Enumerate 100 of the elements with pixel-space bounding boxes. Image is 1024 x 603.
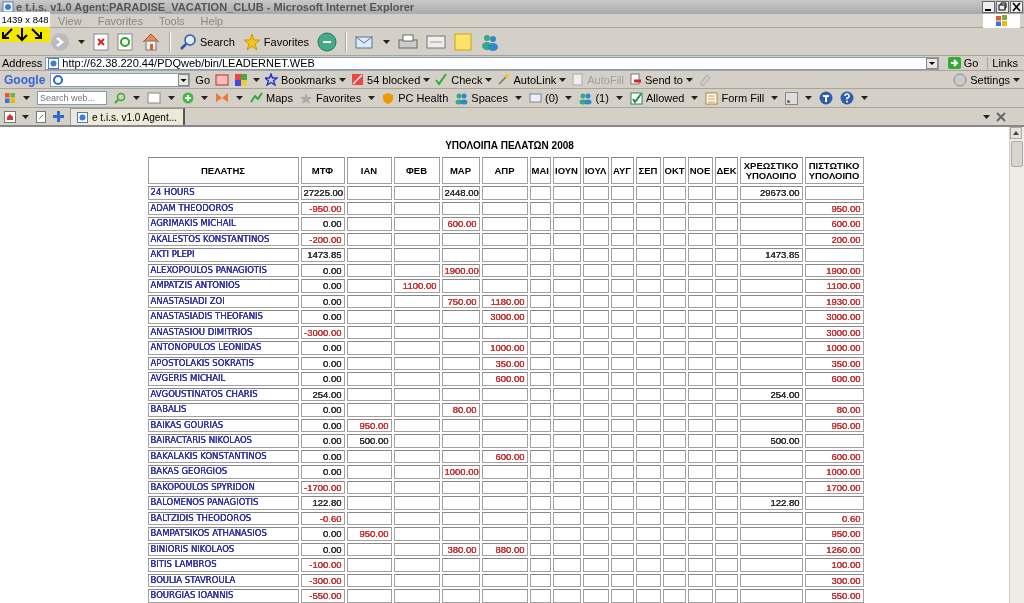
dropdown-caret-icon[interactable]: [78, 39, 85, 44]
customer-link[interactable]: AMPATZIS ANTONIOS: [147, 279, 299, 293]
customer-link[interactable]: ANASTASIADIS THEOFANIS: [147, 310, 299, 324]
customer-link[interactable]: ALEXOPOULOS PANAGIOTIS: [147, 263, 299, 277]
customer-link[interactable]: BOULIA STAVROULA: [147, 573, 299, 587]
search-field[interactable]: Search web...: [37, 91, 107, 105]
search-field[interactable]: [50, 72, 191, 87]
go-button[interactable]: Go: [963, 57, 979, 69]
toolbar-button[interactable]: Spaces: [471, 92, 508, 104]
print-icon[interactable]: [398, 32, 419, 51]
customer-link[interactable]: BABALIS: [147, 403, 299, 417]
plus-icon[interactable]: [53, 111, 64, 122]
toolbar-button[interactable]: Form Fill: [721, 92, 765, 104]
stop-icon[interactable]: [93, 32, 109, 51]
customer-link[interactable]: ANASTASIOU DIMITRIOS: [147, 325, 299, 339]
dropdown-caret-icon[interactable]: [685, 77, 693, 82]
customer-link[interactable]: ADAM THEODOROS: [147, 201, 299, 215]
customer-link[interactable]: BAMPATSIKOS ATHANASIOS: [147, 527, 299, 541]
toolbox-icon[interactable]: [819, 91, 834, 105]
customer-link[interactable]: BAKOPOULOS SPYRIDON: [147, 480, 299, 494]
home-icon[interactable]: [4, 110, 16, 123]
page-icon[interactable]: [35, 110, 47, 123]
amount-cell: 0.00: [300, 418, 345, 432]
resize-arrows-icon: [0, 27, 50, 42]
dropdown-caret-icon[interactable]: [423, 77, 431, 82]
links-button[interactable]: Links: [987, 57, 1022, 69]
minimize-icon[interactable]: [982, 1, 995, 13]
close-tab-icon[interactable]: [996, 111, 1006, 122]
customer-link[interactable]: 24 HOURS: [147, 186, 299, 200]
close-icon[interactable]: [1010, 1, 1023, 13]
customer-link[interactable]: BAKALAKIS KONSTANTINOS: [147, 449, 299, 463]
dropdown-caret-icon[interactable]: [983, 114, 990, 119]
customer-link[interactable]: AVGERIS MICHAIL: [147, 372, 299, 386]
media-icon[interactable]: [317, 31, 338, 52]
dropdown-caret-icon[interactable]: [925, 57, 938, 69]
amount-cell: 1473.85: [300, 248, 345, 262]
scroll-up-icon[interactable]: [1010, 127, 1022, 139]
dropdown-caret-icon[interactable]: [201, 96, 208, 100]
search-button[interactable]: Search: [200, 35, 235, 48]
toolbar-button[interactable]: Maps: [266, 92, 293, 104]
scrollbar-thumb[interactable]: [1011, 141, 1023, 167]
dropdown-caret-icon[interactable]: [485, 77, 493, 82]
toolbar-button[interactable]: (0): [545, 92, 559, 104]
dropdown-caret-icon[interactable]: [515, 96, 522, 100]
toolbar-button[interactable]: Allowed: [645, 92, 685, 104]
dropdown-caret-icon[interactable]: [339, 77, 347, 82]
toolbar-button[interactable]: AutoLink: [513, 73, 557, 86]
dropdown-caret-icon[interactable]: [805, 96, 813, 100]
puzzle-icon[interactable]: [234, 73, 249, 86]
form-icon: [705, 91, 719, 105]
customer-link[interactable]: ANASTASIADI ZOI: [147, 294, 299, 308]
refresh-icon[interactable]: [117, 32, 133, 51]
dropdown-caret-icon[interactable]: [236, 96, 243, 100]
toolbar-button[interactable]: PC Health: [398, 92, 449, 104]
dropdown-caret-icon[interactable]: [178, 73, 190, 86]
help-icon[interactable]: [840, 91, 855, 105]
toolbar-button[interactable]: Send to: [644, 73, 683, 86]
dropdown-caret-icon[interactable]: [133, 96, 140, 100]
toolbar-button[interactable]: Favorites: [315, 92, 362, 104]
customer-link[interactable]: BALOMENOS PANAGIOTIS: [147, 496, 299, 510]
toolbar-button[interactable]: 54 blocked: [367, 73, 421, 86]
customer-link[interactable]: BAIKAS GOURIAS: [147, 418, 299, 432]
restore-icon[interactable]: [996, 1, 1009, 13]
rss-icon[interactable]: [785, 91, 799, 105]
customer-link[interactable]: BALTZIDIS THEODOROS: [147, 511, 299, 525]
dropdown-caret-icon[interactable]: [1013, 77, 1020, 82]
toolbar-button[interactable]: (1): [595, 92, 609, 104]
dropdown-caret-icon[interactable]: [168, 96, 175, 100]
customer-link[interactable]: AKTI PLEPI: [147, 248, 299, 262]
address-field[interactable]: http://62.38.220.44/PDQweb/bin/LEADERNET.WEB: [45, 56, 939, 70]
dropdown-caret-icon[interactable]: [22, 114, 29, 119]
toolbar-button[interactable]: Check: [451, 73, 483, 86]
settings-button[interactable]: Settings: [970, 73, 1010, 86]
customer-link[interactable]: AVGOUSTINATOS CHARIS: [147, 387, 299, 401]
customer-link[interactable]: APOSTOLAKIS SOKRATIS: [147, 356, 299, 370]
dropdown-caret-icon[interactable]: [253, 77, 261, 82]
dropdown-caret-icon[interactable]: [368, 96, 376, 100]
customer-link[interactable]: BOURGIAS IOANNIS: [147, 589, 299, 603]
dropdown-caret-icon[interactable]: [771, 96, 779, 100]
dropdown-caret-icon[interactable]: [615, 96, 623, 100]
customer-link[interactable]: ANTONOPULOS LEONIDAS: [147, 341, 299, 355]
windows-flag-icon[interactable]: [4, 92, 16, 104]
home-icon[interactable]: [141, 31, 161, 52]
customer-link[interactable]: BAIRACTARIS NIKOLAOS: [147, 434, 299, 448]
favorites-button[interactable]: Favorites: [263, 35, 310, 48]
dropdown-caret-icon[interactable]: [559, 77, 567, 82]
dropdown-caret-icon[interactable]: [565, 96, 573, 100]
customer-link[interactable]: AGRIMAKIS MICHAIL: [147, 217, 299, 231]
dropdown-caret-icon[interactable]: [383, 39, 391, 44]
go-button[interactable]: Go: [195, 73, 211, 86]
scrollbar[interactable]: [1009, 127, 1024, 603]
dropdown-caret-icon[interactable]: [691, 96, 699, 100]
dropdown-caret-icon[interactable]: [861, 96, 869, 100]
customer-link[interactable]: BINIORIS NIKOLAOS: [147, 542, 299, 556]
customer-link[interactable]: AKALESTOS KONSTANTINOS: [147, 232, 299, 246]
toolbar-button[interactable]: Bookmarks: [281, 73, 337, 86]
customer-link[interactable]: BAKAS GEORGIOS: [147, 465, 299, 479]
dropdown-caret-icon[interactable]: [23, 96, 30, 100]
customer-link[interactable]: BITIS LAMBROS: [147, 558, 299, 572]
browser-tab[interactable]: e t.i.s. v1.0 Agent...: [70, 108, 186, 125]
